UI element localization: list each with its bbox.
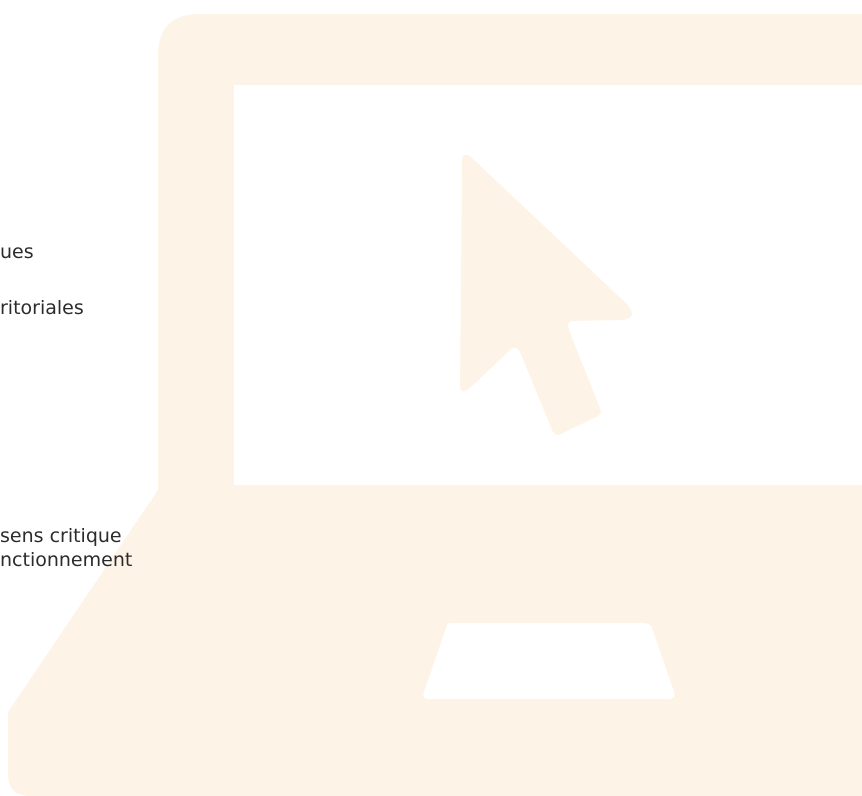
laptop-icon [8,14,862,796]
text-line: ritoriales [0,297,84,319]
page-canvas: ues ritoriales sens critique nctionnemen… [0,0,862,796]
laptop-cursor-illustration [8,14,862,796]
laptop-trackpad [423,623,675,699]
text-line: ues [0,241,34,263]
text-line: sens critique [0,525,122,547]
text-line: nctionnement [0,549,133,571]
